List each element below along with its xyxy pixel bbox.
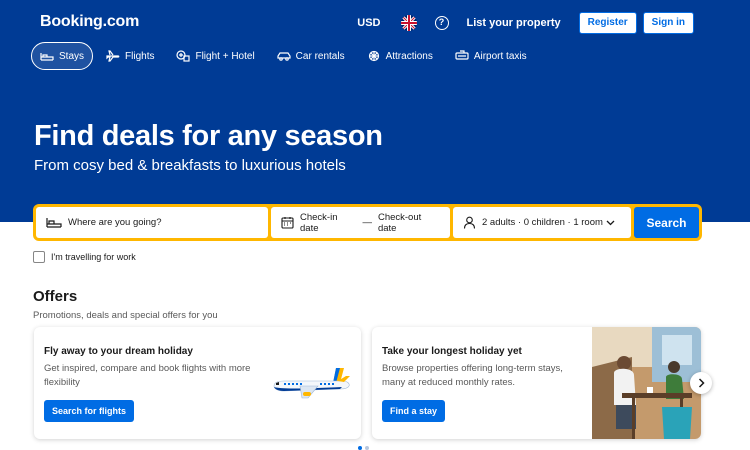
offer-card-title: Take your longest holiday yet: [382, 346, 522, 357]
register-button[interactable]: Register: [578, 12, 637, 34]
calendar-icon: [281, 217, 294, 229]
nav-label: Stays: [59, 50, 85, 62]
person-icon: [463, 216, 476, 229]
hero-banner: Booking.com USD ? List your property Reg…: [0, 0, 750, 222]
header-actions: USD ? List your property Register Sign i…: [357, 12, 694, 34]
search-bar: Where are you going? Check-in date — Che…: [33, 204, 702, 241]
hero-subtitle: From cosy bed & breakfasts to luxurious …: [34, 157, 346, 174]
carousel-pagination: [358, 446, 372, 450]
offers-subtitle: Promotions, deals and special offers for…: [33, 310, 218, 321]
question-icon[interactable]: ?: [434, 16, 449, 30]
find-a-stay-button[interactable]: Find a stay: [382, 400, 446, 422]
nav-label: Car rentals: [295, 50, 345, 62]
nav-attractions[interactable]: Attractions: [358, 42, 442, 70]
offer-card-title: Fly away to your dream holiday: [44, 346, 193, 357]
ferris-wheel-icon: [368, 50, 379, 62]
plane-icon: [106, 50, 120, 62]
chevron-right-icon: [698, 378, 705, 388]
nav-label: Flights: [125, 50, 155, 62]
booking-logo[interactable]: Booking.com: [40, 13, 139, 31]
search-button[interactable]: Search: [634, 207, 699, 238]
checkin-label: Check-in date: [300, 211, 338, 234]
nav-label: Flight + Hotel: [195, 50, 255, 62]
work-travel-checkbox[interactable]: [33, 251, 45, 263]
nav-car-rentals[interactable]: Car rentals: [268, 42, 354, 70]
nav-label: Airport taxis: [473, 50, 527, 62]
carousel-dot[interactable]: [358, 446, 362, 450]
hero-title: Find deals for any season: [34, 120, 383, 152]
bed-icon: [46, 218, 62, 228]
work-travel-label[interactable]: I'm travelling for work: [51, 252, 136, 262]
nav-airport-taxis[interactable]: Airport taxis: [446, 42, 536, 70]
nav-label: Attractions: [385, 50, 433, 62]
search-flights-button[interactable]: Search for flights: [44, 400, 135, 422]
offer-card-description: Get inspired, compare and book flights w…: [44, 363, 251, 388]
date-separator: —: [362, 217, 372, 228]
destination-placeholder: Where are you going?: [68, 217, 162, 228]
date-picker[interactable]: Check-in date — Check-out date: [271, 207, 450, 238]
occupancy-value: 2 adults · 0 children · 1 room: [482, 217, 603, 228]
carousel-next-button[interactable]: [690, 372, 712, 394]
taxi-icon: [455, 50, 469, 60]
nav-flights[interactable]: Flights: [97, 42, 163, 70]
destination-input[interactable]: Where are you going?: [36, 207, 268, 238]
carousel-dot[interactable]: [365, 446, 369, 450]
car-icon: [277, 52, 291, 61]
checkout-label: Check-out date: [377, 211, 422, 234]
airplane-illustration: [273, 368, 350, 399]
sign-in-button[interactable]: Sign in: [642, 12, 694, 34]
product-nav: Stays Flights Flight + Hotel Car rentals…: [31, 42, 540, 70]
chevron-down-icon: [606, 220, 615, 225]
uk-flag-icon[interactable]: [400, 15, 417, 31]
plane-hotel-icon: [176, 50, 191, 62]
nav-flight-hotel[interactable]: Flight + Hotel: [167, 42, 263, 70]
offer-card-long-stays[interactable]: Take your longest holiday yet Browse pro…: [372, 327, 701, 439]
offer-card-description: Browse properties offering long-term sta…: [382, 363, 563, 388]
offers-title: Offers: [33, 288, 78, 305]
nav-stays[interactable]: Stays: [31, 42, 94, 70]
offer-card-flights[interactable]: Fly away to your dream holiday Get inspi…: [34, 327, 361, 439]
cafe-photo: [592, 327, 701, 439]
currency-selector[interactable]: USD: [357, 17, 380, 29]
occupancy-selector[interactable]: 2 adults · 0 children · 1 room: [453, 207, 631, 238]
list-property-link[interactable]: List your property: [467, 17, 561, 29]
work-travel-option: I'm travelling for work: [33, 251, 136, 263]
bed-icon: [40, 53, 54, 61]
